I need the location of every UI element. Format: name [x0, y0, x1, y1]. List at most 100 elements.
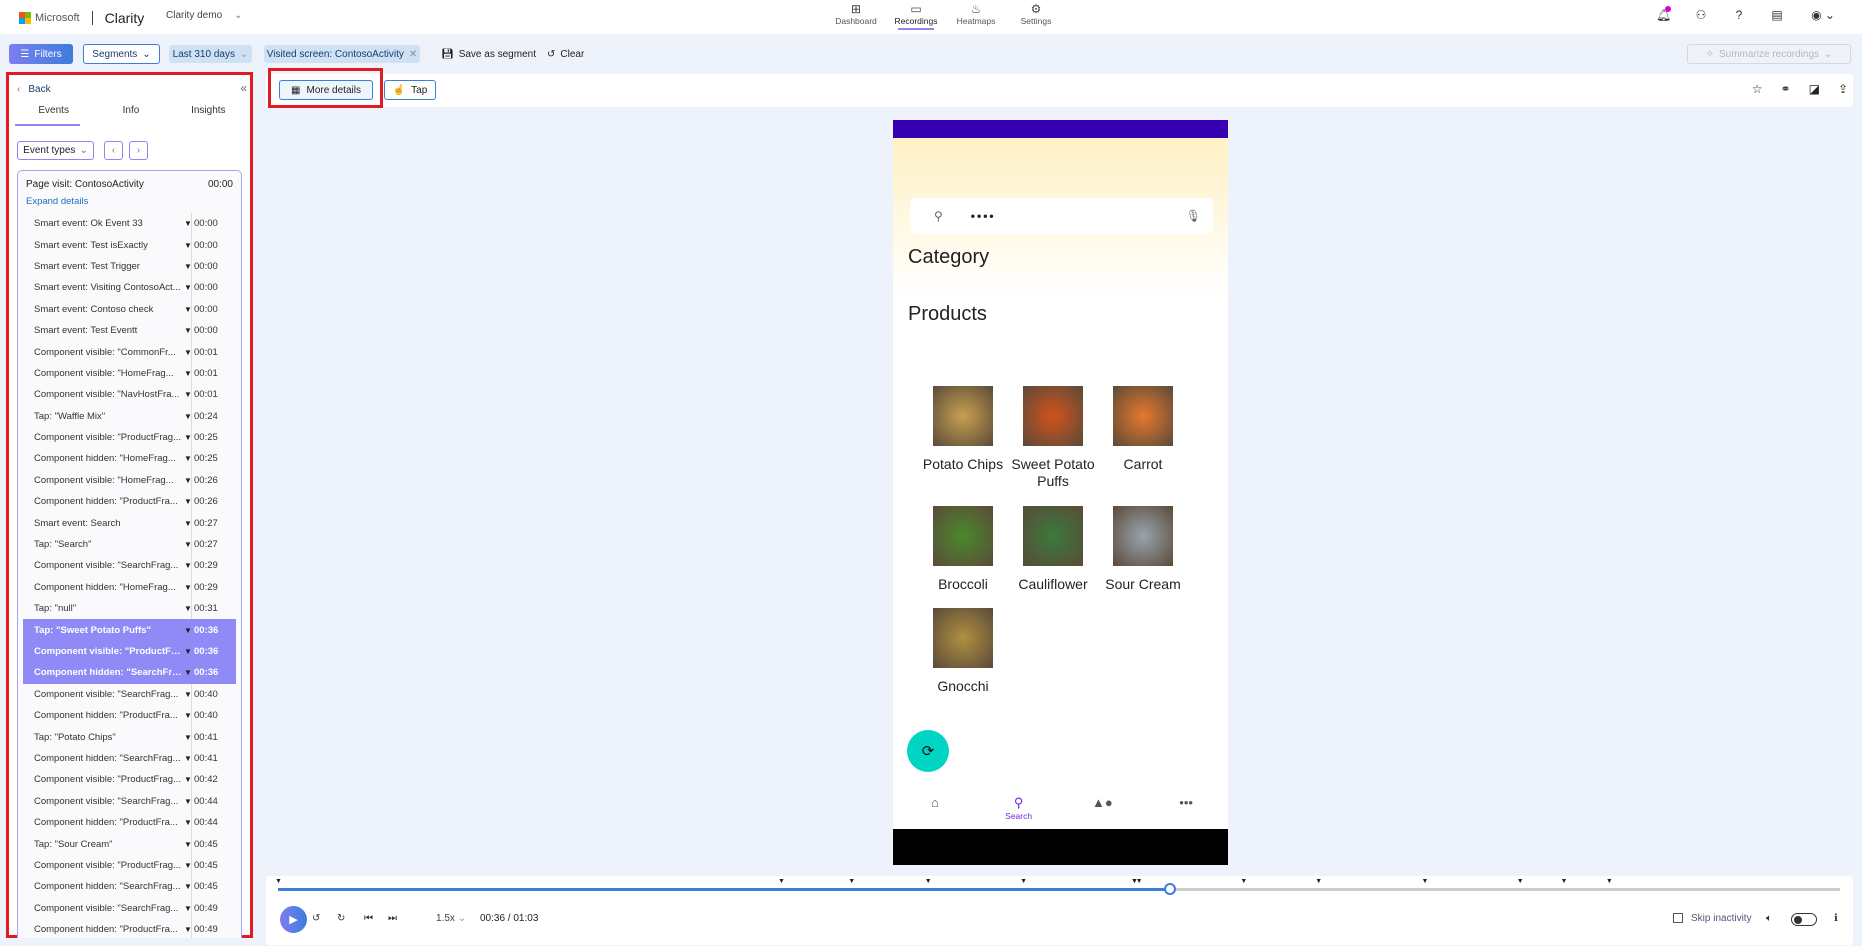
event-row[interactable]: Component hidden: "ProductFra... ▼ 00:49	[18, 919, 241, 938]
event-row[interactable]: Component visible: "ProductFrag... ▼ 00:45	[18, 855, 241, 876]
segments-dropdown[interactable]: Segments ⌄	[83, 44, 160, 64]
event-row[interactable]: Component visible: "SearchFrag... ▼ 00:29	[18, 555, 241, 576]
share-icon[interactable]: ⇪	[1838, 82, 1848, 96]
help-icon[interactable]: ?	[1732, 8, 1746, 22]
nav-dashboard[interactable]: ⊞ Dashboard	[826, 0, 886, 26]
previous-button[interactable]: ⏮	[364, 913, 373, 924]
timeline-event-marker[interactable]: ▼	[778, 878, 785, 885]
bottom-nav-search[interactable]: ⚲ Search	[989, 795, 1049, 821]
event-row[interactable]: Component hidden: "HomeFrag... ▼ 00:25	[18, 448, 241, 469]
event-row[interactable]: Component visible: "SearchFrag... ▼ 00:49	[18, 898, 241, 919]
timeline-event-marker[interactable]: ▼	[1020, 878, 1027, 885]
product-card[interactable]: Broccoli	[918, 506, 1008, 593]
event-row[interactable]: Component visible: "SearchFrag... ▼ 00:40	[18, 684, 241, 705]
nav-heatmaps[interactable]: ♨ Heatmaps	[946, 0, 1006, 26]
timeline-event-marker[interactable]: ▼	[925, 878, 932, 885]
event-row[interactable]: Component visible: "ProductFrag... ▼ 00:42	[18, 769, 241, 790]
filters-button[interactable]: ☰ Filters	[9, 44, 73, 64]
tab-info[interactable]: Info	[92, 105, 169, 126]
timeline-event-marker[interactable]: ▼	[1315, 878, 1322, 885]
refresh-fab[interactable]: ⟳	[907, 730, 949, 772]
event-row[interactable]: Tap: "Sweet Potato Puffs" ▼ 00:36	[23, 619, 236, 641]
link-icon[interactable]: ⚭	[1781, 82, 1791, 96]
event-row[interactable]: Smart event: Search ▼ 00:27	[18, 512, 241, 533]
collapse-sidebar-icon[interactable]: «	[240, 81, 247, 95]
event-row[interactable]: Component visible: "CommonFr... ▼ 00:01	[18, 341, 241, 362]
page-visit-row[interactable]: Page visit: ContosoActivity 00:00	[18, 171, 241, 190]
timeline-event-marker[interactable]: ▼	[1422, 878, 1429, 885]
timeline-scrubber[interactable]: ▼ ▼ ▼ ▼ ▼ ▼ ▼ ▼ ▼ ▼ ▼ ▼ ▼ ▼	[275, 878, 1840, 895]
microphone-icon[interactable]: 🎙︎	[1186, 209, 1201, 223]
back-button[interactable]: ‹ Back	[17, 84, 51, 95]
autoplay-toggle[interactable]	[1791, 913, 1817, 926]
nav-settings[interactable]: ⚙ Settings	[1006, 0, 1066, 26]
save-as-segment-button[interactable]: 💾︎ Save as segment	[441, 44, 536, 64]
document-icon[interactable]: ▤	[1770, 8, 1784, 22]
close-icon[interactable]: ✕	[409, 49, 417, 60]
product-card[interactable]: Carrot	[1098, 386, 1188, 473]
event-row[interactable]: Smart event: Visiting ContosoAct... ▼ 00:0…	[18, 277, 241, 298]
event-row[interactable]: Tap: "null" ▼ 00:31	[18, 598, 241, 619]
timeline-event-marker[interactable]: ▼	[275, 878, 282, 885]
timeline-event-marker[interactable]: ▼	[1131, 878, 1138, 885]
microsoft-logo[interactable]: Microsoft Clarity	[19, 10, 144, 26]
event-row[interactable]: Smart event: Test Trigger ▼ 00:00	[18, 256, 241, 277]
product-card[interactable]: Sweet Potato Puffs	[1008, 386, 1098, 490]
previous-event-button[interactable]: ‹	[104, 141, 123, 160]
clear-button[interactable]: ↺ Clear	[547, 44, 584, 64]
timeline-event-marker[interactable]: ▼	[1240, 878, 1247, 885]
next-event-button[interactable]: ›	[129, 141, 148, 160]
forward-30-button[interactable]: ↻	[337, 913, 345, 924]
open-external-icon[interactable]: ◪	[1809, 82, 1820, 96]
checkbox[interactable]	[1673, 913, 1683, 924]
more-details-button[interactable]: ▦ More details	[279, 80, 373, 100]
event-types-dropdown[interactable]: Event types ⌄	[17, 141, 94, 160]
bottom-nav-home[interactable]: ⌂	[905, 795, 965, 821]
tab-insights[interactable]: Insights	[170, 105, 247, 126]
skip-inactivity-checkbox[interactable]	[1673, 913, 1683, 924]
info-icon[interactable]: ℹ	[1834, 913, 1838, 924]
summarize-recordings-button[interactable]: ✧ Summarize recordings ⌄	[1687, 44, 1851, 64]
visited-screen-chip[interactable]: Visited screen: ContosoActivity ✕	[264, 45, 420, 63]
event-row[interactable]: Tap: "Search" ▼ 00:27	[18, 534, 241, 555]
event-row[interactable]: Component hidden: "HomeFrag... ▼ 00:29	[18, 577, 241, 598]
event-row[interactable]: Component visible: "ProductFra... ▼ 00:36	[23, 640, 236, 663]
project-selector[interactable]: Clarity demo ⌄	[166, 10, 243, 21]
timeline-event-marker[interactable]: ▼	[1517, 878, 1524, 885]
timeline-event-marker[interactable]: ▼	[1561, 878, 1568, 885]
event-row[interactable]: Component visible: "HomeFrag... ▼ 00:01	[18, 363, 241, 384]
rewind-10-button[interactable]: ↺	[312, 913, 320, 924]
timeline-handle[interactable]	[1163, 883, 1176, 895]
bottom-nav-categories[interactable]: ▲●	[1072, 795, 1132, 821]
timeline-event-marker[interactable]: ▼	[848, 878, 855, 885]
expand-details-link[interactable]: Expand details	[18, 190, 241, 213]
speed-dropdown[interactable]: 1.5x ⌄	[436, 913, 466, 924]
event-row[interactable]: Smart event: Test Eventt ▼ 00:00	[18, 320, 241, 341]
event-row[interactable]: Component visible: "HomeFrag... ▼ 00:26	[18, 470, 241, 491]
share-users-icon[interactable]: ⚇	[1694, 8, 1708, 22]
date-range-dropdown[interactable]: Last 310 days ⌄	[169, 45, 252, 63]
event-row[interactable]: Component hidden: "SearchFra... ▼ 00:36	[23, 662, 236, 684]
event-row[interactable]: Component hidden: "SearchFrag... ▼ 00:45	[18, 876, 241, 897]
product-card[interactable]: Cauliflower	[1008, 506, 1098, 593]
account-icon[interactable]: ◉ ⌄	[1808, 8, 1838, 22]
event-row[interactable]: Component visible: "ProductFrag... ▼ 00:25	[18, 427, 241, 448]
favorite-star-icon[interactable]: ☆	[1752, 82, 1763, 96]
event-row[interactable]: Tap: "Potato Chips" ▼ 00:41	[18, 726, 241, 747]
play-button[interactable]: ▶	[280, 906, 307, 933]
event-row[interactable]: Component hidden: "ProductFra... ▼ 00:26	[18, 491, 241, 512]
product-card[interactable]: Potato Chips	[918, 386, 1008, 473]
event-row[interactable]: Component visible: "NavHostFra... ▼ 00:01	[18, 384, 241, 405]
event-row[interactable]: Tap: "Waffle Mix" ▼ 00:24	[18, 406, 241, 427]
product-card[interactable]: Gnocchi	[918, 608, 1008, 695]
tab-events[interactable]: Events	[15, 105, 92, 126]
nav-recordings[interactable]: ▭ Recordings	[886, 0, 946, 30]
event-row[interactable]: Smart event: Contoso check ▼ 00:00	[18, 299, 241, 320]
product-card[interactable]: Sour Cream	[1098, 506, 1188, 593]
event-row[interactable]: Component hidden: "ProductFra... ▼ 00:40	[18, 705, 241, 726]
event-row[interactable]: Component hidden: "SearchFrag... ▼ 00:41	[18, 748, 241, 769]
event-row[interactable]: Tap: "Sour Cream" ▼ 00:45	[18, 833, 241, 854]
event-row[interactable]: Smart event: Ok Event 33 ▼ 00:00	[18, 213, 241, 234]
event-row[interactable]: Smart event: Test isExactly ▼ 00:00	[18, 234, 241, 255]
toggle-switch[interactable]	[1791, 913, 1817, 926]
